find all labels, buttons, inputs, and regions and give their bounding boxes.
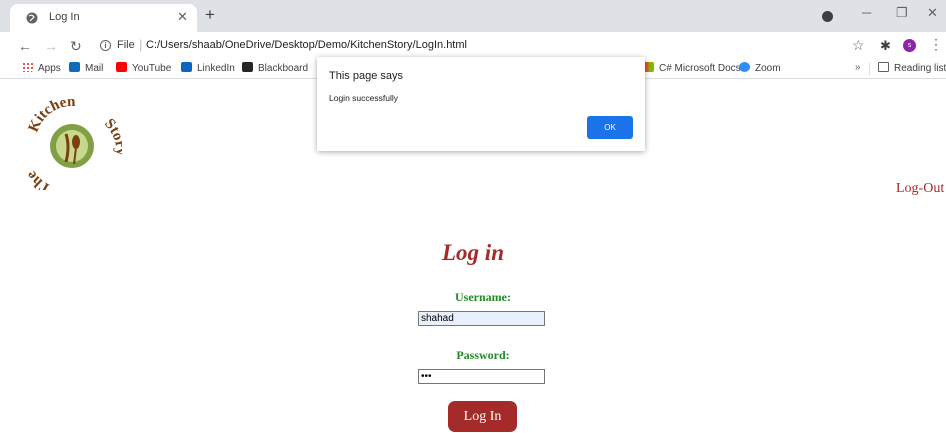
url-text[interactable]: C:/Users/shaab/OneDrive/Desktop/Demo/Kit… [146,39,467,51]
logo-text-right: Story [101,116,122,156]
bookmark-zoom[interactable]: Zoom [739,62,781,74]
password-field[interactable]: ••• [418,369,545,384]
address-bar[interactable]: i File | C:/Users/shaab/OneDrive/Desktop… [96,35,840,57]
bookmark-linkedin[interactable]: LinkedIn [181,62,235,74]
page-title: Log in [442,240,504,265]
alert-dialog: This page says Login successfully OK [317,57,645,151]
username-label: Username: [455,290,511,304]
dialog-message: Login successfully [329,93,398,103]
linkedin-icon [181,62,192,72]
forward-icon[interactable]: → [44,38,58,54]
svg-text:Story: Story [101,116,122,156]
globe-icon [26,12,38,24]
more-bookmarks-icon[interactable]: » [855,62,861,73]
outlook-icon [69,62,80,72]
login-button[interactable]: Log In [448,401,517,432]
extensions-icon[interactable]: ✱ [880,38,891,54]
minimize-icon[interactable]: ─ [862,5,871,20]
bookmark-mail[interactable]: Mail [69,62,103,74]
menu-icon[interactable]: ⋮ [929,36,943,53]
blackboard-icon [242,62,253,72]
logout-link[interactable]: Log-Out [896,181,944,197]
info-icon[interactable]: i [100,40,111,51]
reading-list-icon [878,62,889,72]
password-label: Password: [456,348,510,362]
bookmarks-divider [869,63,870,75]
back-icon[interactable]: ← [18,38,32,54]
tab-close-icon[interactable]: ✕ [177,9,188,25]
bookmark-star-icon[interactable]: ☆ [852,37,865,54]
bookmark-microsoft-docs[interactable]: C# Microsoft Docs [643,62,741,74]
logo-text-left: The [23,167,54,190]
username-field[interactable]: shahad [418,311,545,326]
bookmark-apps[interactable]: Apps [22,62,61,74]
incognito-record-icon[interactable] [822,11,833,22]
bookmark-youtube[interactable]: YouTube [116,62,171,74]
profile-avatar[interactable]: s [903,39,916,52]
bookmark-blackboard[interactable]: Blackboard [242,62,308,74]
restore-icon[interactable]: ❐ [896,5,908,21]
kitchen-story-logo: Kitchen The Story [23,94,122,190]
svg-text:The: The [23,167,54,190]
new-tab-icon[interactable]: + [205,6,215,23]
close-window-icon[interactable]: ✕ [927,5,938,21]
tab-title: Log In [49,11,80,23]
youtube-icon [116,62,127,72]
ok-button[interactable]: OK [587,116,633,139]
reading-list[interactable]: Reading list [878,62,946,74]
tab-strip: Log In ✕ + ─ ❐ ✕ [0,0,946,32]
apps-grid-icon [22,62,33,72]
browser-tab[interactable]: Log In ✕ [10,4,197,32]
url-separator: | [139,37,143,52]
url-scheme: File [117,39,135,51]
zoom-icon [739,62,750,72]
dialog-title: This page says [329,70,403,82]
reload-icon[interactable]: ↻ [70,38,82,55]
browser-toolbar: ← → ↻ i File | C:/Users/shaab/OneDrive/D… [0,32,946,60]
